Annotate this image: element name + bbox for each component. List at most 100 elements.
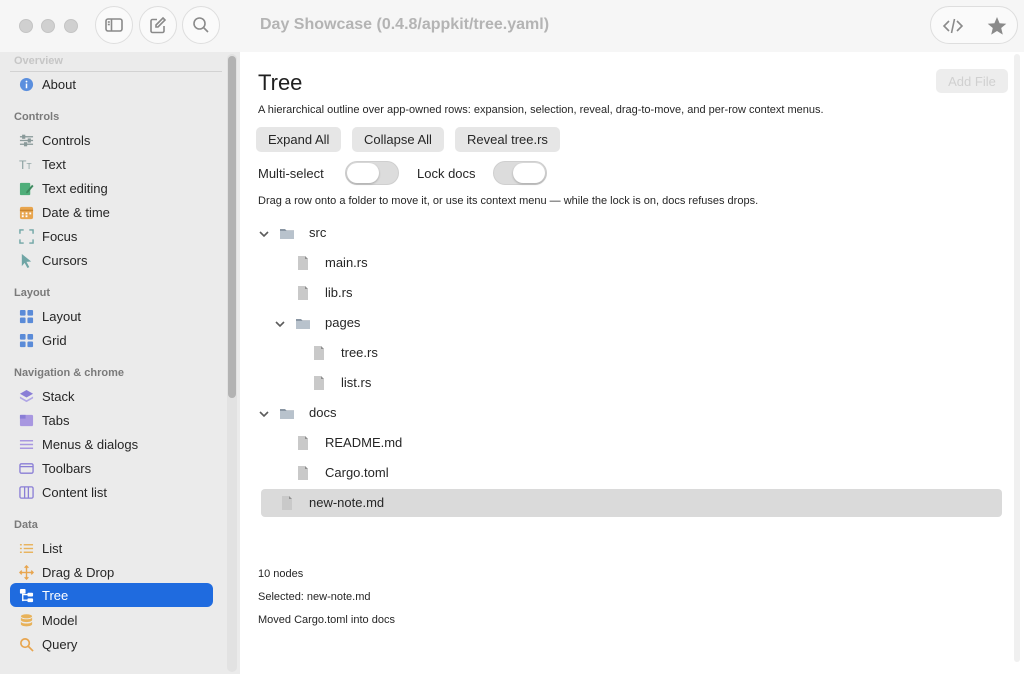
tree-row-lib-rs[interactable]: lib.rs <box>261 279 1002 307</box>
sidebar-item-label: Query <box>42 636 78 652</box>
sidebar-item-list[interactable]: List <box>10 536 213 560</box>
sidebar-item-controls[interactable]: Controls <box>10 128 213 152</box>
columns-icon <box>18 484 34 500</box>
tree-icon <box>18 587 34 603</box>
tree-row-pages[interactable]: pages <box>261 309 1002 337</box>
sidebar-item-cursors[interactable]: Cursors <box>10 248 213 272</box>
tree-row-cargo-toml[interactable]: Cargo.toml <box>261 459 1002 487</box>
cursor-icon <box>18 252 34 268</box>
sidebar-item-label: Text editing <box>42 180 108 196</box>
sidebar-item-tabs[interactable]: Tabs <box>10 408 213 432</box>
sidebar-item-model[interactable]: Model <box>10 608 213 632</box>
sidebar-icon <box>105 18 123 32</box>
node-count-text: 10 nodes <box>258 568 304 580</box>
sidebar-section-data: Data <box>14 519 38 531</box>
search-button[interactable] <box>182 6 220 44</box>
tree-row-label: pages <box>325 315 361 330</box>
tree-row-label: list.rs <box>341 375 372 390</box>
sidebar-list[interactable]: Overview About Controls Controls TT Text… <box>0 52 224 674</box>
sidebar-item-about[interactable]: About <box>10 72 213 96</box>
sidebar-item-stack[interactable]: Stack <box>10 384 213 408</box>
sidebar-item-grid[interactable]: Grid <box>10 328 213 352</box>
sidebar-section-navigation: Navigation & chrome <box>14 367 125 379</box>
tree-row-src[interactable]: src <box>258 219 1002 247</box>
toolbar-icon <box>18 460 34 476</box>
lock-docs-label: Lock docs <box>417 166 476 181</box>
tree-row-main-rs[interactable]: main.rs <box>261 249 1002 277</box>
title-bar: Day Showcase (0.4.8/appkit/tree.yaml) <box>0 0 1024 52</box>
main-content: Tree Add File A hierarchical outline ove… <box>240 52 1024 674</box>
sidebar-item-label: Model <box>42 612 78 628</box>
sidebar-scrollbar-thumb[interactable] <box>228 56 236 398</box>
tree-row-readme[interactable]: README.md <box>261 429 1002 457</box>
view-source-button[interactable] <box>931 7 975 45</box>
sidebar-item-text-editing[interactable]: Text editing <box>10 176 213 200</box>
tree-row-docs[interactable]: docs <box>258 399 1002 427</box>
minimize-window-button[interactable] <box>41 19 55 33</box>
list-icon <box>18 540 34 556</box>
disclosure-chevron-icon[interactable] <box>274 317 286 329</box>
tree-row-tree-rs[interactable]: tree.rs <box>261 339 1002 367</box>
sidebar-item-label: Content list <box>42 484 108 500</box>
disclosure-chevron-icon[interactable] <box>258 407 270 419</box>
tree-row-label: Cargo.toml <box>325 465 389 480</box>
page-title: Tree <box>258 70 303 95</box>
svg-text:T: T <box>26 161 31 171</box>
sidebar-item-label: Tabs <box>42 412 70 428</box>
tree-row-label: docs <box>309 405 337 420</box>
grid-icon <box>18 332 34 348</box>
tree-row-label: tree.rs <box>341 345 378 360</box>
zoom-window-button[interactable] <box>64 19 78 33</box>
add-file-button[interactable]: Add File <box>936 69 1008 93</box>
folder-icon <box>279 405 295 421</box>
sidebar-item-label: Menus & dialogs <box>42 436 139 452</box>
layout-icon <box>18 308 34 324</box>
folder-icon <box>279 225 295 241</box>
sidebar-item-label: Controls <box>42 132 91 148</box>
tree-row-label: lib.rs <box>325 285 353 300</box>
sidebar-item-focus[interactable]: Focus <box>10 224 213 248</box>
edit-icon <box>18 180 34 196</box>
search-icon <box>18 636 34 652</box>
sidebar-item-content-list[interactable]: Content list <box>10 480 213 504</box>
toggle-knob <box>513 163 545 183</box>
sidebar-item-layout[interactable]: Layout <box>10 304 213 328</box>
toggle-sidebar-button[interactable] <box>95 6 133 44</box>
sidebar-item-query[interactable]: Query <box>10 632 213 656</box>
sidebar-item-tree[interactable]: Tree <box>10 583 213 607</box>
multi-select-toggle[interactable] <box>345 161 399 185</box>
sidebar-item-toolbars[interactable]: Toolbars <box>10 456 213 480</box>
file-icon <box>295 285 311 301</box>
reveal-button[interactable]: Reveal tree.rs <box>455 127 560 152</box>
calendar-icon <box>18 204 34 220</box>
disclosure-chevron-icon[interactable] <box>258 227 270 239</box>
sidebar-item-label: List <box>42 540 63 556</box>
sidebar-item-label: About <box>42 76 76 92</box>
toolbar-right-group <box>930 6 1018 44</box>
sidebar-section-overview: Overview <box>14 55 63 67</box>
menu-icon <box>18 436 34 452</box>
compose-button[interactable] <box>139 6 177 44</box>
sidebar-item-text[interactable]: TT Text <box>10 152 213 176</box>
sidebar-item-label: Toolbars <box>42 460 92 476</box>
sidebar-section-layout: Layout <box>14 287 51 299</box>
main-scrollbar[interactable] <box>1014 54 1020 662</box>
focus-icon <box>18 228 34 244</box>
sidebar-item-label: Tree <box>42 587 69 603</box>
expand-all-button[interactable]: Expand All <box>256 127 342 152</box>
close-window-button[interactable] <box>19 19 33 33</box>
favorite-button[interactable] <box>975 7 1019 45</box>
sidebar-item-label: Drag & Drop <box>42 564 115 580</box>
sidebar-item-menus-dialogs[interactable]: Menus & dialogs <box>10 432 213 456</box>
sidebar-item-drag-drop[interactable]: Drag & Drop <box>10 560 213 584</box>
tree-row-new-note[interactable]: new-note.md <box>261 489 1002 517</box>
file-icon <box>311 345 327 361</box>
sliders-icon <box>18 132 34 148</box>
file-icon <box>311 375 327 391</box>
sidebar-item-date-time[interactable]: Date & time <box>10 200 213 224</box>
lock-docs-toggle[interactable] <box>493 161 547 185</box>
tree-row-list-rs[interactable]: list.rs <box>261 369 1002 397</box>
sidebar-scrollbar[interactable] <box>227 54 237 672</box>
code-icon <box>942 18 964 34</box>
collapse-all-button[interactable]: Collapse All <box>352 127 444 152</box>
